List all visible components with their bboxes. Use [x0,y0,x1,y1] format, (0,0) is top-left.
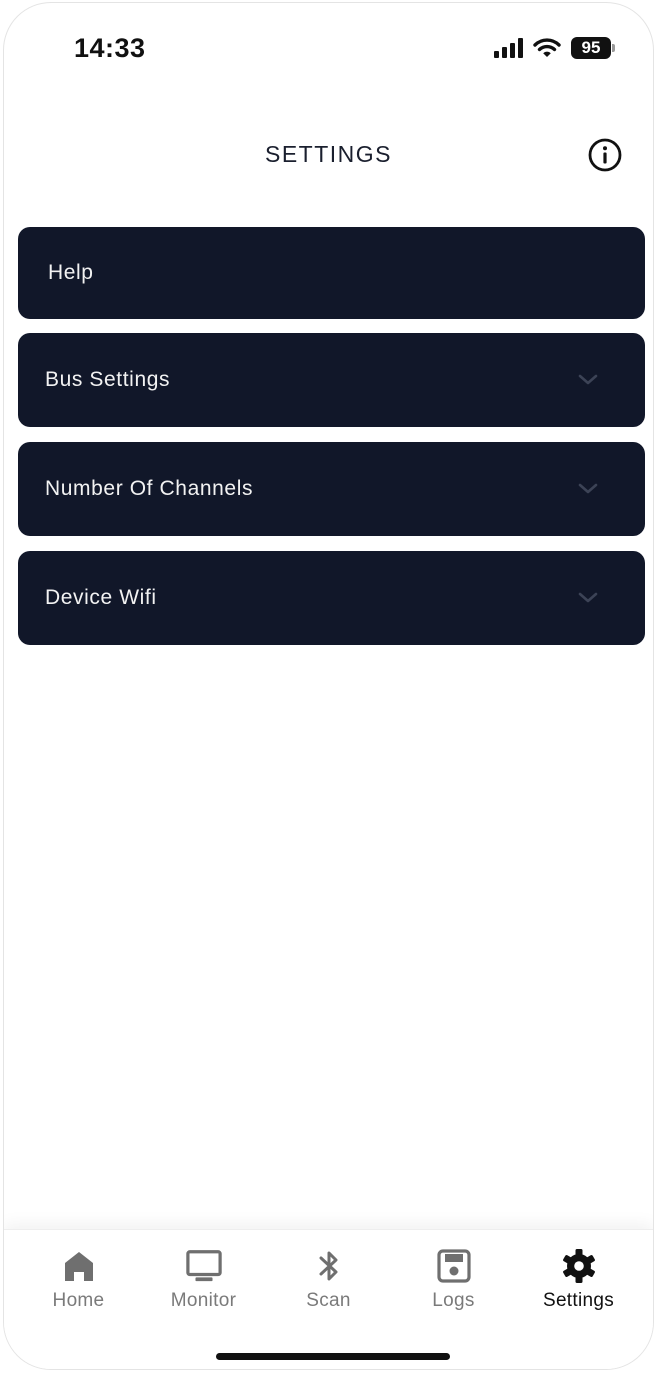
info-icon [588,138,622,172]
home-indicator [216,1353,450,1360]
chevron-down-icon [578,592,598,603]
battery-icon: 95 [571,37,615,59]
tab-label: Scan [306,1290,351,1311]
monitor-icon [185,1250,222,1282]
header: SETTINGS [4,123,653,187]
tab-label: Home [52,1290,105,1311]
settings-item-label: Bus Settings [45,368,171,391]
settings-item-help[interactable]: Help [18,227,645,319]
tab-label: Settings [542,1290,615,1311]
status-bar: 14:33 95 [4,3,653,99]
status-time: 14:33 [74,33,146,63]
tab-logs[interactable]: Logs [391,1248,516,1312]
status-icons: 95 [494,37,615,59]
battery-level: 95 [571,37,611,59]
signal-icon [494,38,523,58]
tab-settings[interactable]: Settings [516,1248,641,1312]
settings-item-label: Number Of Channels [45,477,254,500]
tab-scan[interactable]: Scan [266,1248,391,1312]
gear-icon [562,1249,595,1283]
settings-item-device-wifi[interactable]: Device Wifi [18,551,645,645]
tab-label: Logs [432,1290,475,1311]
wifi-icon [533,38,561,57]
tab-bar: Home Monitor Scan Logs Settings [4,1229,653,1369]
settings-item-bus-settings[interactable]: Bus Settings [18,333,645,427]
tab-label: Monitor [170,1290,237,1311]
phone-screen: 14:33 95 SETTINGS Help Bus Settings Numb… [3,2,654,1370]
chevron-down-icon [578,374,598,385]
bluetooth-icon [319,1251,337,1281]
save-icon [436,1249,471,1283]
home-icon [64,1252,93,1281]
page-title: SETTINGS [264,141,392,167]
settings-item-label: Help [48,261,94,284]
tab-monitor[interactable]: Monitor [141,1248,266,1312]
info-button[interactable] [587,137,623,173]
chevron-down-icon [578,483,598,494]
tab-home[interactable]: Home [16,1248,141,1312]
settings-item-label: Device Wifi [45,586,157,609]
settings-list: Help Bus Settings Number Of Channels Dev… [18,227,645,660]
settings-item-number-of-channels[interactable]: Number Of Channels [18,442,645,536]
